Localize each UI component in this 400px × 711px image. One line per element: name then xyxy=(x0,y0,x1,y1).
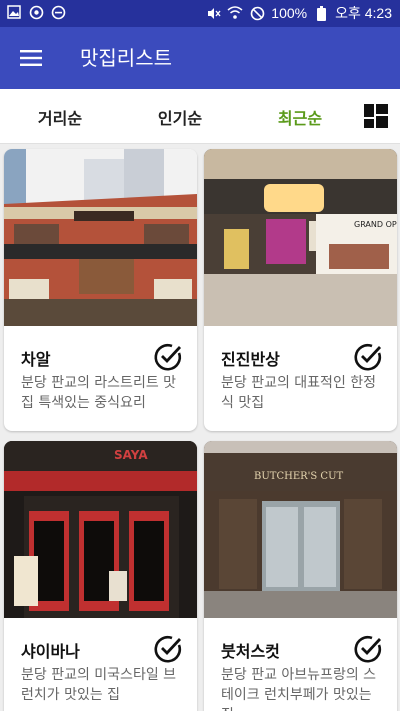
restaurant-photo xyxy=(4,149,197,326)
app-title: 맛집리스트 xyxy=(80,46,172,70)
mute-icon xyxy=(205,5,221,21)
restaurant-name: 샤이바나 xyxy=(21,642,80,661)
check-icon[interactable] xyxy=(153,634,183,664)
restaurant-description: 분당 판교 아브뉴프랑의 스테이크 런치부페가 맛있는 집 xyxy=(221,667,377,711)
tab-recent[interactable]: 최근순 xyxy=(240,89,360,144)
restaurant-name: 붓처스컷 xyxy=(221,642,280,661)
minus-circle-icon xyxy=(50,4,66,20)
tab-popular[interactable]: 인기순 xyxy=(120,89,240,144)
image-icon xyxy=(6,4,22,20)
check-icon[interactable] xyxy=(353,342,383,372)
shop-sign: SAYA xyxy=(114,448,148,462)
shop-sign: BUTCHER'S CUT xyxy=(254,471,344,482)
restaurant-photo: SAYA xyxy=(4,441,197,618)
battery-percent: 100% xyxy=(271,5,308,21)
grand-open-banner: GRAND OPEN xyxy=(354,220,397,229)
battery-icon xyxy=(313,5,329,21)
restaurant-name: 차알 xyxy=(21,350,51,369)
restaurant-card[interactable]: 차알 분당 판교의 라스트리트 맛집 특색있는 중식요리 xyxy=(4,149,197,431)
app-bar: 맛집리스트 xyxy=(0,27,400,89)
restaurant-card[interactable]: GRAND OPEN 진진반상 분당 판교의 대표적인 한정식 맛집 xyxy=(204,149,397,431)
restaurant-description: 분당 판교의 대표적인 한정식 맛집 xyxy=(221,375,377,411)
restaurant-grid: 차알 분당 판교의 라스트리트 맛집 특색있는 중식요리 GRAND OPEN … xyxy=(0,145,400,711)
restaurant-photo: GRAND OPEN xyxy=(204,149,397,326)
check-icon[interactable] xyxy=(353,634,383,664)
restaurant-name: 진진반상 xyxy=(221,350,280,369)
restaurant-description: 분당 판교의 미국스타일 브런치가 맛있는 집 xyxy=(21,667,177,703)
restaurant-photo: BUTCHER'S CUT xyxy=(204,441,397,618)
hamburger-menu-icon[interactable] xyxy=(14,43,48,73)
restaurant-card[interactable]: BUTCHER'S CUT 붓처스컷 분당 판교 아브뉴프랑의 스테이크 런치부… xyxy=(204,441,397,711)
no-signal-icon xyxy=(249,5,265,21)
restaurant-card[interactable]: SAYA 샤이바나 분당 판교의 미국스타일 브런치가 맛있는 집 xyxy=(4,441,197,711)
check-icon[interactable] xyxy=(153,342,183,372)
clock: 오후 4:23 xyxy=(335,5,392,21)
status-bar: 100% 오후 4:23 xyxy=(0,0,400,27)
sort-tabs: 거리순 인기순 최근순 xyxy=(0,89,400,144)
grid-view-icon[interactable] xyxy=(364,104,388,128)
tab-distance[interactable]: 거리순 xyxy=(0,89,120,144)
wifi-icon xyxy=(227,5,243,21)
sync-icon xyxy=(28,4,44,20)
restaurant-description: 분당 판교의 라스트리트 맛집 특색있는 중식요리 xyxy=(21,375,177,411)
